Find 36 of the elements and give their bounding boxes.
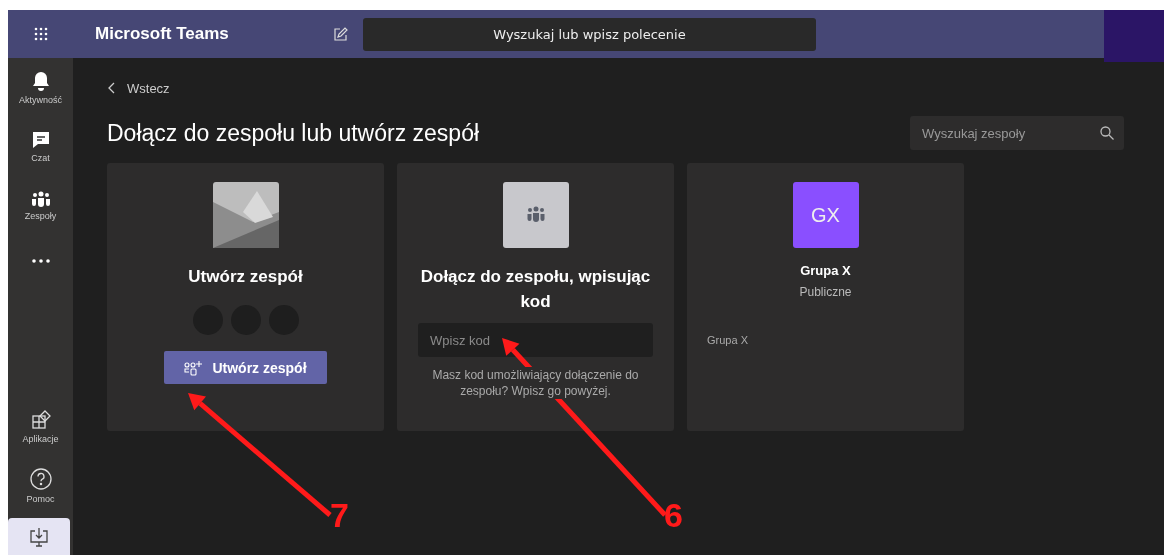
- app-launcher-icon[interactable]: [33, 27, 48, 41]
- team-name: Grupa X: [800, 263, 851, 278]
- command-search-field[interactable]: Wyszukaj lub wpisz polecenie: [363, 17, 816, 51]
- apps-icon: [30, 409, 51, 430]
- compose-icon[interactable]: [333, 26, 348, 42]
- people-icon: [30, 190, 51, 207]
- add-team-icon: [184, 359, 203, 376]
- nav-item[interactable]: Czat: [8, 117, 73, 176]
- nav-item[interactable]: Aktywność: [8, 58, 73, 117]
- card-title: Dołącz do zespołu, wpisując kod: [419, 266, 652, 313]
- back-link[interactable]: Wstecz: [107, 80, 170, 96]
- team-image-placeholder: [212, 182, 279, 248]
- chat-icon: [31, 130, 50, 149]
- more-icon[interactable]: [31, 259, 50, 263]
- back-chevron-icon: [107, 82, 115, 94]
- annotation-number: 7: [330, 496, 349, 535]
- create-team-button[interactable]: Utwórz zespół: [164, 351, 327, 384]
- annotation-number: 6: [664, 496, 683, 535]
- team-avatar: GX: [792, 182, 859, 248]
- team-card[interactable]: GX Grupa X Publiczne Grupa X: [687, 163, 964, 431]
- join-team-image: [502, 182, 569, 248]
- page-heading: Dołącz do zespołu lub utwórz zespół: [107, 119, 480, 147]
- nav-item[interactable]: Zespoły: [8, 176, 73, 235]
- nav-item[interactable]: Pomoc: [8, 456, 73, 515]
- team-search-field[interactable]: Wyszukaj zespoły: [910, 116, 1124, 150]
- card-title: Utwórz zespół: [187, 266, 304, 288]
- code-input-field[interactable]: Wpisz kod: [418, 323, 653, 357]
- search-icon: [1100, 126, 1114, 140]
- nav-item[interactable]: Aplikacje: [8, 397, 73, 456]
- download-app-button[interactable]: [8, 518, 70, 555]
- team-description: Grupa X: [707, 334, 748, 346]
- team-visibility: Publiczne: [799, 285, 852, 299]
- app-title: Microsoft Teams: [95, 24, 230, 44]
- help-icon: [29, 467, 52, 490]
- bell-icon: [31, 70, 50, 91]
- download-icon: [29, 526, 49, 547]
